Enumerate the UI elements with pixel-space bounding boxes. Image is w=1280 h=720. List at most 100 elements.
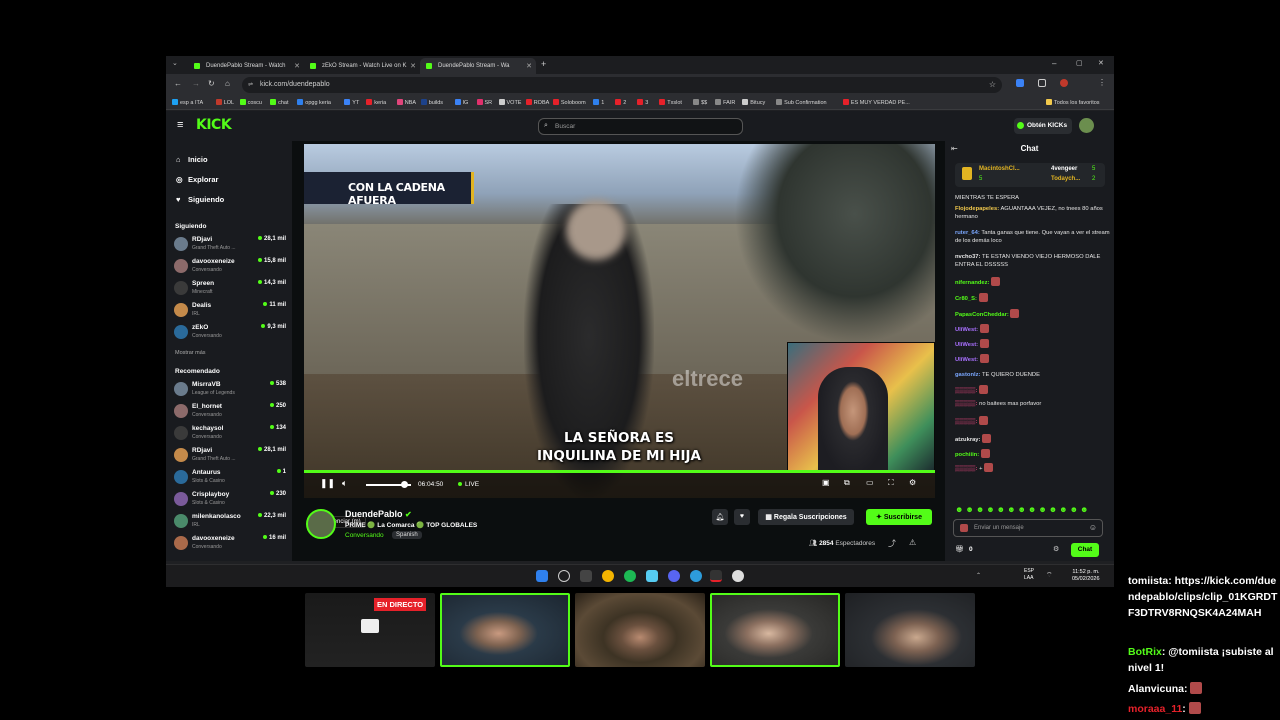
- chat-username[interactable]: Cr80_S:: [955, 296, 977, 302]
- chat-username[interactable]: ruter_64:: [955, 230, 980, 236]
- subscribe-button[interactable]: ✦ Suscribirse: [866, 509, 932, 525]
- app-icon[interactable]: [690, 570, 702, 582]
- chat-username[interactable]: atzukray:: [955, 437, 980, 443]
- follow-heart-icon[interactable]: ♥: [734, 509, 750, 525]
- channel-item[interactable]: kechaysol Conversando 134: [174, 424, 286, 444]
- video-player[interactable]: CON LA CADENA AFUERA eltrece LA SEÑORA E…: [304, 144, 935, 498]
- bookmark-item[interactable]: 2: [615, 99, 626, 106]
- bookmark-item[interactable]: Txslot: [659, 99, 682, 106]
- back-icon[interactable]: ←: [174, 79, 182, 88]
- send-chat-button[interactable]: Chat: [1071, 543, 1099, 557]
- pinned-user[interactable]: MacintoshCl...: [979, 166, 1020, 172]
- chat-username[interactable]: pochiiin:: [955, 452, 979, 458]
- bookmark-item[interactable]: coscu: [239, 99, 262, 106]
- bookmark-item[interactable]: Sub Confirmation: [776, 99, 827, 106]
- clip-icon[interactable]: ⧉: [844, 478, 850, 488]
- tab-search-icon[interactable]: ⌄: [172, 59, 178, 67]
- bookmark-item[interactable]: 1: [593, 99, 604, 106]
- nav-explorar[interactable]: ◎ Explorar: [176, 175, 218, 184]
- bookmark-item[interactable]: esp a ITA: [172, 99, 203, 106]
- chat-username[interactable]: nifernandez:: [955, 280, 989, 286]
- chat-username[interactable]: UliWest:: [955, 342, 978, 348]
- channel-item[interactable]: Dealis IRL 11 mil: [174, 301, 286, 321]
- emoji-icon[interactable]: ☺: [1089, 523, 1097, 532]
- kick-logo[interactable]: KICK: [196, 117, 232, 133]
- home-button-icon[interactable]: ⌂: [225, 79, 230, 88]
- bookmark-item[interactable]: FAIR: [715, 99, 735, 106]
- bookmark-star-icon[interactable]: ☆: [989, 80, 996, 89]
- reload-icon[interactable]: ↻: [208, 79, 215, 88]
- volume-slider-handle[interactable]: [401, 481, 409, 488]
- chat-username[interactable]: PapasConCheddar:: [955, 312, 1009, 318]
- live-indicator[interactable]: LIVE: [458, 481, 479, 488]
- forward-icon[interactable]: →: [192, 79, 200, 88]
- chat-username[interactable]: Flojodepapeles:: [955, 206, 999, 212]
- browser-tab[interactable]: DuendePablo Stream - Watch ✕: [188, 58, 304, 74]
- url-field[interactable]: ⇌ kick.com/duendepablo ☆: [242, 77, 1002, 93]
- channel-item[interactable]: davooxeneize Conversando 16 mil: [174, 534, 286, 554]
- channel-item[interactable]: Spreen Minecraft 14,3 mil: [174, 279, 286, 299]
- close-window-icon[interactable]: ✕: [1098, 59, 1104, 67]
- minimize-icon[interactable]: –: [1052, 59, 1056, 68]
- chat-settings-icon[interactable]: ⚙: [1053, 545, 1059, 553]
- channel-item[interactable]: Crisplayboy Slots & Casino 230: [174, 490, 286, 510]
- channel-item[interactable]: MisrraVB League of Legends 538: [174, 380, 286, 400]
- browser-tab-active[interactable]: DuendePablo Stream - Wa ✕: [420, 58, 536, 74]
- chat-username[interactable]: UliWest:: [955, 327, 978, 333]
- stream-category[interactable]: Conversando: [345, 532, 384, 539]
- share-icon[interactable]: ⤴: [888, 538, 896, 549]
- channel-item[interactable]: RDjavi Grand Theft Auto ... 28,1 mil: [174, 446, 286, 466]
- nav-inicio[interactable]: ⌂ Inicio: [176, 155, 208, 164]
- close-tab-icon[interactable]: ✕: [526, 62, 532, 70]
- pinned-user[interactable]: Todaych...: [1051, 176, 1080, 182]
- hamburger-menu-icon[interactable]: ≡: [177, 119, 183, 131]
- channel-item[interactable]: milenkanolasco IRL 22,3 mil: [174, 512, 286, 532]
- spotify-icon[interactable]: [624, 570, 636, 582]
- bookmark-item[interactable]: YT: [344, 99, 359, 106]
- bookmark-item[interactable]: chat: [270, 99, 289, 106]
- language-tag[interactable]: Spanish: [392, 531, 422, 539]
- close-tab-icon[interactable]: ✕: [294, 62, 300, 70]
- show-more-link[interactable]: Mostrar más: [175, 350, 206, 356]
- bookmark-item[interactable]: $$: [693, 99, 707, 106]
- bookmark-item[interactable]: IG: [454, 99, 468, 106]
- keyboard-language[interactable]: ESP LAA: [1024, 568, 1034, 581]
- discord-icon[interactable]: [668, 570, 680, 582]
- emote-picker-icon[interactable]: [960, 524, 968, 532]
- channel-item[interactable]: RDjavi Grand Theft Auto ... 28,1 mil: [174, 235, 286, 255]
- windows-start-icon[interactable]: [536, 570, 548, 582]
- fullscreen-icon[interactable]: ⛶: [888, 478, 894, 488]
- chat-input[interactable]: Enviar un mensaje ☺: [953, 519, 1103, 537]
- pinned-user[interactable]: 4vengeer: [1051, 166, 1077, 172]
- channel-item[interactable]: Antaurus Slots & Casino 1: [174, 468, 286, 488]
- pause-icon[interactable]: ❚❚: [320, 478, 335, 489]
- emote-bar[interactable]: ☻☻☻☻☻☻☻☻☻☻☻☻☻: [955, 505, 1090, 514]
- chat-username[interactable]: ▒▒▒▒▒:: [955, 466, 977, 472]
- user-avatar[interactable]: [1079, 118, 1094, 133]
- theater-mode-icon[interactable]: ▭: [866, 478, 874, 487]
- channel-item[interactable]: davooxeneize Conversando 15,8 mil: [174, 257, 286, 277]
- notification-bell-icon[interactable]: 🔔︎: [712, 509, 728, 525]
- chat-username[interactable]: ▒▒▒▒▒:: [955, 419, 977, 425]
- new-tab-icon[interactable]: +: [541, 59, 546, 69]
- bookmark-item[interactable]: Soloboom: [552, 99, 586, 106]
- obs-icon[interactable]: [710, 570, 722, 582]
- bookmark-item[interactable]: NBA: [396, 99, 416, 106]
- app-icon[interactable]: [646, 570, 658, 582]
- bookmark-item[interactable]: opgg keria: [297, 99, 331, 106]
- bookmark-item[interactable]: SR: [476, 99, 492, 106]
- chat-username[interactable]: ▒▒▒▒▒:: [955, 388, 977, 394]
- bookmark-item[interactable]: ROBA: [525, 99, 549, 106]
- chat-username[interactable]: gastonlz:: [955, 372, 980, 378]
- channel-item[interactable]: El_hornet Conversando 250: [174, 402, 286, 422]
- get-kicks-button[interactable]: Obtén KICKs: [1014, 118, 1072, 134]
- bookmark-item[interactable]: Todos los favoritos: [1046, 99, 1100, 106]
- streamer-avatar[interactable]: [306, 509, 336, 539]
- bookmark-item[interactable]: builds: [420, 99, 443, 106]
- pip-icon[interactable]: ▣: [822, 478, 830, 487]
- bookmark-item[interactable]: keria: [366, 99, 386, 106]
- app-icon[interactable]: [580, 570, 592, 582]
- bookmark-item[interactable]: LOL: [215, 99, 234, 106]
- extension-icon[interactable]: [1016, 79, 1024, 87]
- tray-chevron-icon[interactable]: ⌃: [976, 572, 981, 579]
